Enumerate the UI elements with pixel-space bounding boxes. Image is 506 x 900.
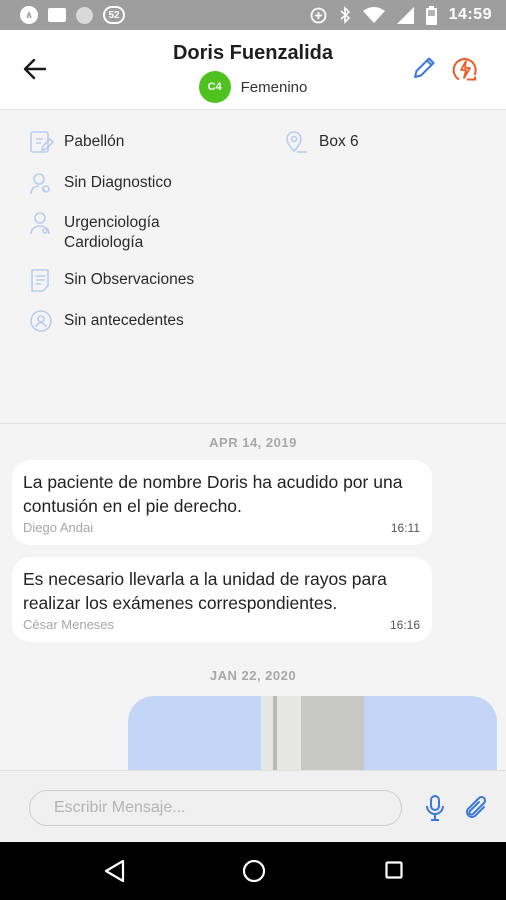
nav-back-icon[interactable] — [103, 859, 125, 883]
nav-recent-apps-icon[interactable] — [385, 861, 403, 879]
chat-thread[interactable]: APR 14, 2019 La paciente de nombre Doris… — [0, 425, 506, 770]
box-text: Box 6 — [319, 133, 359, 150]
message-text: La paciente de nombre Doris ha acudido p… — [23, 472, 403, 516]
specialty-row: Urgenciología Cardiología — [28, 212, 160, 253]
message-author: César Meneses — [23, 617, 115, 632]
android-nav-bar — [0, 842, 506, 900]
priority-badge: C4 — [198, 71, 231, 103]
signal-icon — [396, 6, 414, 24]
app-header: Doris Fuenzalida C4 Femenino — [0, 30, 506, 110]
nav-home-icon[interactable] — [242, 859, 266, 883]
status-time: 14:59 — [448, 6, 492, 23]
add-circle-icon — [310, 7, 326, 23]
notification-count-badge: 52 — [103, 6, 125, 24]
observations-row: Sin Observaciones — [28, 269, 195, 293]
specialty-2: Cardiología — [64, 234, 144, 251]
diagnosis-row: Sin Diagnostico — [28, 173, 172, 196]
date-divider: JAN 22, 2020 — [209, 668, 297, 683]
specialty-text: Urgenciología Cardiología — [64, 213, 160, 253]
antecedents-text: Sin antecedentes — [64, 312, 184, 329]
diagnosis-search-icon — [30, 173, 50, 195]
pencil-icon[interactable] — [410, 54, 438, 82]
specialty-1: Urgenciología — [64, 214, 160, 231]
bluetooth-icon — [340, 6, 350, 24]
patient-info-panel: Pabellón Box 6 Sin Diagnostico Urgenciol… — [0, 111, 506, 424]
status-bar: ∧ 52 14:59 — [0, 0, 506, 30]
pavilion-row: Pabellón — [28, 131, 125, 155]
antecedents-row: Sin antecedentes — [28, 310, 184, 334]
message-input[interactable] — [29, 790, 402, 826]
message-author: Diego Andai — [23, 520, 94, 535]
document-icon — [31, 269, 49, 292]
paperclip-icon[interactable] — [462, 793, 492, 823]
person-history-icon — [30, 310, 52, 332]
battery-icon — [425, 5, 437, 25]
diagnosis-text: Sin Diagnostico — [64, 174, 172, 191]
clipboard-edit-icon — [30, 131, 54, 153]
image-icon — [48, 8, 66, 22]
doctor-icon — [30, 212, 50, 235]
message-text: Es necesario llevarla a la unidad de ray… — [23, 569, 387, 613]
message-time: 16:16 — [389, 618, 420, 632]
pavilion-text: Pabellón — [64, 133, 125, 150]
box-row: Box 6 — [283, 131, 359, 155]
message-time: 16:11 — [390, 521, 420, 535]
date-divider: APR 14, 2019 — [209, 435, 297, 450]
message-bubble[interactable]: La paciente de nombre Doris ha acudido p… — [12, 460, 432, 545]
message-composer — [0, 770, 506, 842]
lightning-alert-icon[interactable] — [450, 54, 480, 84]
wifi-icon — [362, 7, 385, 23]
attached-photo[interactable] — [261, 696, 364, 770]
microphone-icon[interactable] — [422, 793, 448, 823]
image-message-bubble[interactable] — [128, 696, 497, 770]
circle-icon — [76, 6, 93, 24]
patient-gender: Femenino — [240, 78, 308, 96]
observations-text: Sin Observaciones — [64, 271, 195, 288]
location-pin-icon — [286, 131, 307, 153]
message-bubble[interactable]: Es necesario llevarla a la unidad de ray… — [12, 557, 432, 642]
app-icon: ∧ — [20, 6, 38, 24]
